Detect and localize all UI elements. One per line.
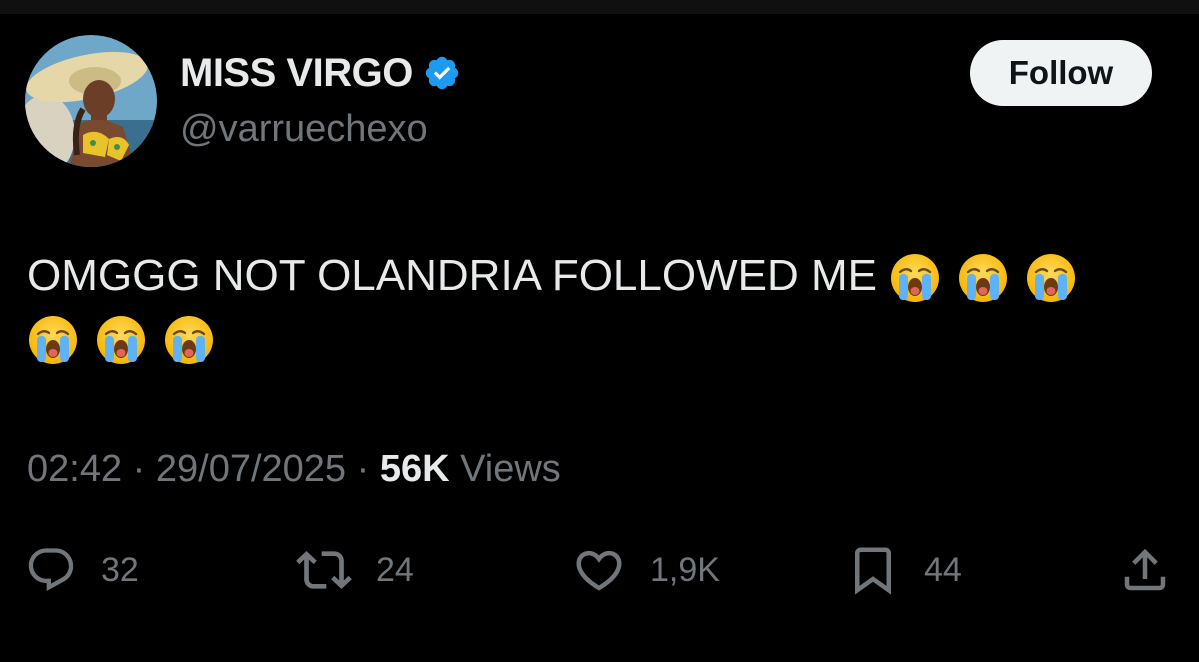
tweet-meta: 02:42 · 29/07/2025 · 56K Views	[27, 448, 561, 491]
author-name-row: MISS VIRGO	[180, 50, 461, 96]
author-display-name[interactable]: MISS VIRGO	[180, 51, 413, 96]
top-strip	[0, 0, 1199, 14]
loudly-crying-face-icon	[1025, 252, 1077, 304]
share-button[interactable]	[1118, 540, 1172, 600]
avatar-photo-icon	[25, 35, 157, 167]
reply-button[interactable]: 32	[25, 540, 139, 600]
bookmark-count: 44	[924, 550, 962, 589]
meta-separator: ·	[356, 448, 370, 490]
share-icon	[1124, 548, 1166, 591]
author-handle[interactable]: @varruechexo	[180, 108, 428, 151]
tweet-actions-bar: 32 24 1,9K 44	[0, 540, 1199, 600]
tweet-date[interactable]: 29/07/2025	[156, 448, 346, 490]
emoji-group-2	[27, 314, 215, 366]
bookmark-icon	[855, 547, 891, 595]
tweet-text: OMGGG NOT OLANDRIA FOLLOWED ME	[27, 245, 1177, 369]
loudly-crying-face-icon	[889, 252, 941, 304]
repost-button[interactable]: 24	[296, 540, 414, 600]
loudly-crying-face-icon	[163, 314, 215, 366]
tweet-time[interactable]: 02:42	[27, 448, 122, 490]
follow-button[interactable]: Follow	[970, 40, 1152, 106]
heart-icon	[576, 550, 622, 591]
emoji-group-1	[889, 252, 1077, 304]
reply-icon	[28, 548, 74, 592]
like-button[interactable]: 1,9K	[572, 540, 720, 600]
like-count: 1,9K	[650, 550, 720, 589]
loudly-crying-face-icon	[957, 252, 1009, 304]
repost-count: 24	[376, 550, 414, 589]
meta-separator: ·	[132, 448, 146, 490]
reply-count: 32	[101, 550, 139, 589]
tweet-body-text: OMGGG NOT OLANDRIA FOLLOWED ME	[27, 251, 877, 300]
loudly-crying-face-icon	[95, 314, 147, 366]
bookmark-button[interactable]: 44	[846, 540, 962, 600]
loudly-crying-face-icon	[27, 314, 79, 366]
views-label: Views	[460, 448, 561, 490]
verified-badge-icon	[425, 56, 459, 90]
repost-icon	[296, 551, 352, 589]
views-count: 56K	[379, 448, 450, 490]
avatar[interactable]	[25, 35, 157, 167]
